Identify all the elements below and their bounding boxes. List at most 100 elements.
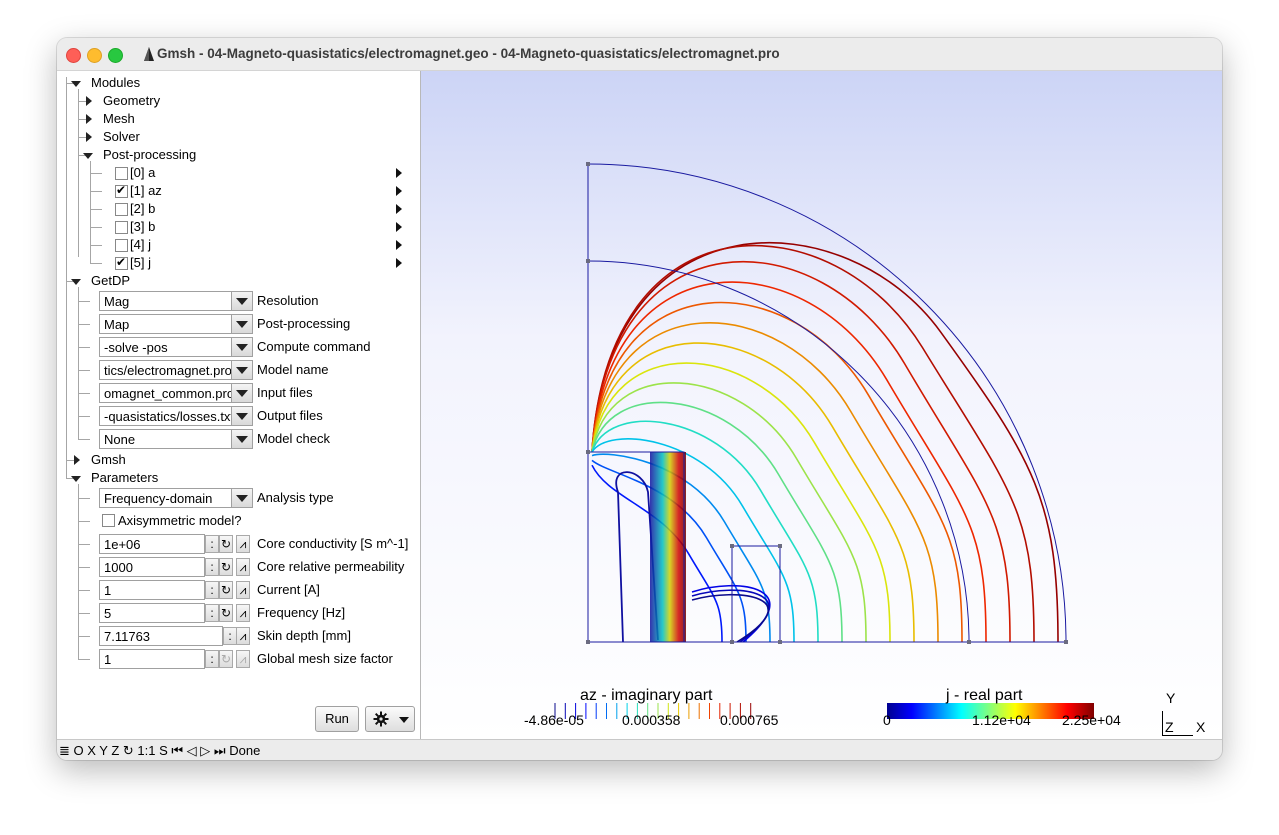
geometry-point xyxy=(778,544,782,548)
axis-y-label: Y xyxy=(1166,690,1176,706)
view-menu-arrow-icon[interactable] xyxy=(396,240,402,250)
graph-icon[interactable]: ⩘ xyxy=(236,535,250,553)
dropdown-button[interactable] xyxy=(231,292,252,310)
close-button[interactable] xyxy=(66,48,81,63)
loop-icon[interactable]: ↻ xyxy=(219,535,233,553)
loop-icon[interactable]: ↻ xyxy=(219,581,233,599)
view-visibility-checkbox[interactable] xyxy=(115,239,128,252)
view-menu-arrow-icon[interactable] xyxy=(396,168,402,178)
tree-node-modules[interactable]: Modules xyxy=(91,75,140,91)
choice-value: tics/electromagnet.pro xyxy=(104,363,232,378)
run-button[interactable]: Run xyxy=(315,706,359,732)
view-visibility-checkbox[interactable]: ✔ xyxy=(115,183,128,198)
slider-toggle-button[interactable]: : xyxy=(205,558,219,576)
expand-arrow-icon[interactable] xyxy=(86,132,92,142)
analysis-type-choice[interactable]: Frequency-domain xyxy=(99,488,253,508)
slider-toggle-button[interactable]: : xyxy=(205,604,219,622)
axes-triad xyxy=(1162,711,1193,736)
input-value: 1 xyxy=(104,583,112,598)
tree-node-post-processing[interactable]: Post-processing xyxy=(103,147,196,163)
axisymmetric-checkbox[interactable] xyxy=(102,514,115,527)
graph-icon[interactable]: ⩘ xyxy=(236,581,250,599)
choice-value: omagnet_common.pro xyxy=(104,386,235,401)
view-item-label[interactable]: [1] az xyxy=(130,183,162,199)
output-files-choice[interactable]: -quasistatics/losses.txt xyxy=(99,406,253,426)
dropdown-button[interactable] xyxy=(231,338,252,356)
current-input[interactable]: 1 xyxy=(99,580,205,600)
collapse-arrow-icon[interactable] xyxy=(71,476,81,482)
tree-node-getdp[interactable]: GetDP xyxy=(91,273,130,289)
view-item-label[interactable]: [2] b xyxy=(130,201,155,217)
view-menu-arrow-icon[interactable] xyxy=(396,204,402,214)
mesh-size-factor-input[interactable]: 1 xyxy=(99,649,205,669)
gear-icon xyxy=(373,711,389,727)
tree-node-parameters[interactable]: Parameters xyxy=(91,470,158,486)
output-files-label: Output files xyxy=(257,408,323,423)
tree-node-geometry[interactable]: Geometry xyxy=(103,93,160,109)
core-conductivity-input[interactable]: 1e+06 xyxy=(99,534,205,554)
expand-arrow-icon[interactable] xyxy=(86,114,92,124)
frequency-input[interactable]: 5 xyxy=(99,603,205,623)
compute-command-choice[interactable]: -solve -pos xyxy=(99,337,253,357)
loop-icon[interactable]: ↻ xyxy=(219,604,233,622)
view-visibility-checkbox[interactable]: ✔ xyxy=(115,255,128,270)
tree-node-gmsh[interactable]: Gmsh xyxy=(91,452,126,468)
post-processing-choice[interactable]: Map xyxy=(99,314,253,334)
graph-icon[interactable]: ⩘ xyxy=(236,558,250,576)
view-visibility-checkbox[interactable] xyxy=(115,167,128,180)
expand-arrow-icon[interactable] xyxy=(86,96,92,106)
loop-icon[interactable]: ↻ xyxy=(219,650,233,668)
view-item-label[interactable]: [5] j xyxy=(130,255,151,271)
tree-node-solver[interactable]: Solver xyxy=(103,129,140,145)
core-current-density xyxy=(650,452,686,642)
tree-node-mesh[interactable]: Mesh xyxy=(103,111,135,127)
resolution-choice[interactable]: Mag xyxy=(99,291,253,311)
dropdown-button[interactable] xyxy=(231,430,252,448)
geometry-point xyxy=(967,640,971,644)
slider-toggle-button[interactable]: : xyxy=(223,627,237,645)
input-value: 1e+06 xyxy=(104,537,141,552)
dropdown-button[interactable] xyxy=(231,315,252,333)
view-visibility-checkbox[interactable] xyxy=(115,221,128,234)
view-menu-arrow-icon[interactable] xyxy=(396,186,402,196)
animation-nav-buttons[interactable]: ⏮ ◁ ▷ ⏭ xyxy=(171,743,225,758)
check-icon: ✔ xyxy=(116,183,127,197)
view-item-label[interactable]: [3] b xyxy=(130,219,155,235)
input-files-choice[interactable]: omagnet_common.pro xyxy=(99,383,253,403)
az-tick-label: -4.86e-05 xyxy=(524,712,584,728)
graph-icon[interactable]: ⩘ xyxy=(236,650,250,668)
skin-depth-input[interactable]: 7.11763 xyxy=(99,626,223,646)
loop-icon[interactable]: ↻ xyxy=(219,558,233,576)
view-item-label[interactable]: [4] j xyxy=(130,237,151,253)
dropdown-button[interactable] xyxy=(231,407,252,425)
view-menu-arrow-icon[interactable] xyxy=(396,222,402,232)
window-title: Gmsh - 04-Magneto-quasistatics/electroma… xyxy=(157,46,780,61)
view-item-label[interactable]: [0] a xyxy=(130,165,155,181)
model-check-label: Model check xyxy=(257,431,330,446)
graph-icon[interactable]: ⩘ xyxy=(236,604,250,622)
dropdown-button[interactable] xyxy=(231,361,252,379)
graph-icon[interactable]: ⩘ xyxy=(236,627,250,645)
graphics-canvas[interactable]: az - imaginary part -4.86e-05 0.000358 0… xyxy=(421,71,1222,739)
collapse-arrow-icon[interactable] xyxy=(83,153,93,159)
gear-menu-button[interactable] xyxy=(365,706,415,732)
view-toolbar[interactable]: ≣ O X Y Z ↻ 1:1 S ⏮ ◁ ▷ ⏭ Done xyxy=(59,743,260,759)
dropdown-button[interactable] xyxy=(231,384,252,402)
expand-arrow-icon[interactable] xyxy=(74,455,80,465)
toolbar-buttons[interactable]: ≣ O X Y Z ↻ 1:1 S xyxy=(59,743,168,758)
slider-toggle-button[interactable]: : xyxy=(205,581,219,599)
slider-toggle-button[interactable]: : xyxy=(205,650,219,668)
collapse-arrow-icon[interactable] xyxy=(71,279,81,285)
minimize-button[interactable] xyxy=(87,48,102,63)
slider-toggle-button[interactable]: : xyxy=(205,535,219,553)
dropdown-button[interactable] xyxy=(231,489,252,507)
collapse-arrow-icon[interactable] xyxy=(71,81,81,87)
core-permeability-input[interactable]: 1000 xyxy=(99,557,205,577)
zoom-button[interactable] xyxy=(108,48,123,63)
model-check-choice[interactable]: None xyxy=(99,429,253,449)
model-name-choice[interactable]: tics/electromagnet.pro xyxy=(99,360,253,380)
view-menu-arrow-icon[interactable] xyxy=(396,258,402,268)
axisymmetric-label[interactable]: Axisymmetric model? xyxy=(118,513,242,529)
view-visibility-checkbox[interactable] xyxy=(115,203,128,216)
choice-value: None xyxy=(104,432,136,447)
